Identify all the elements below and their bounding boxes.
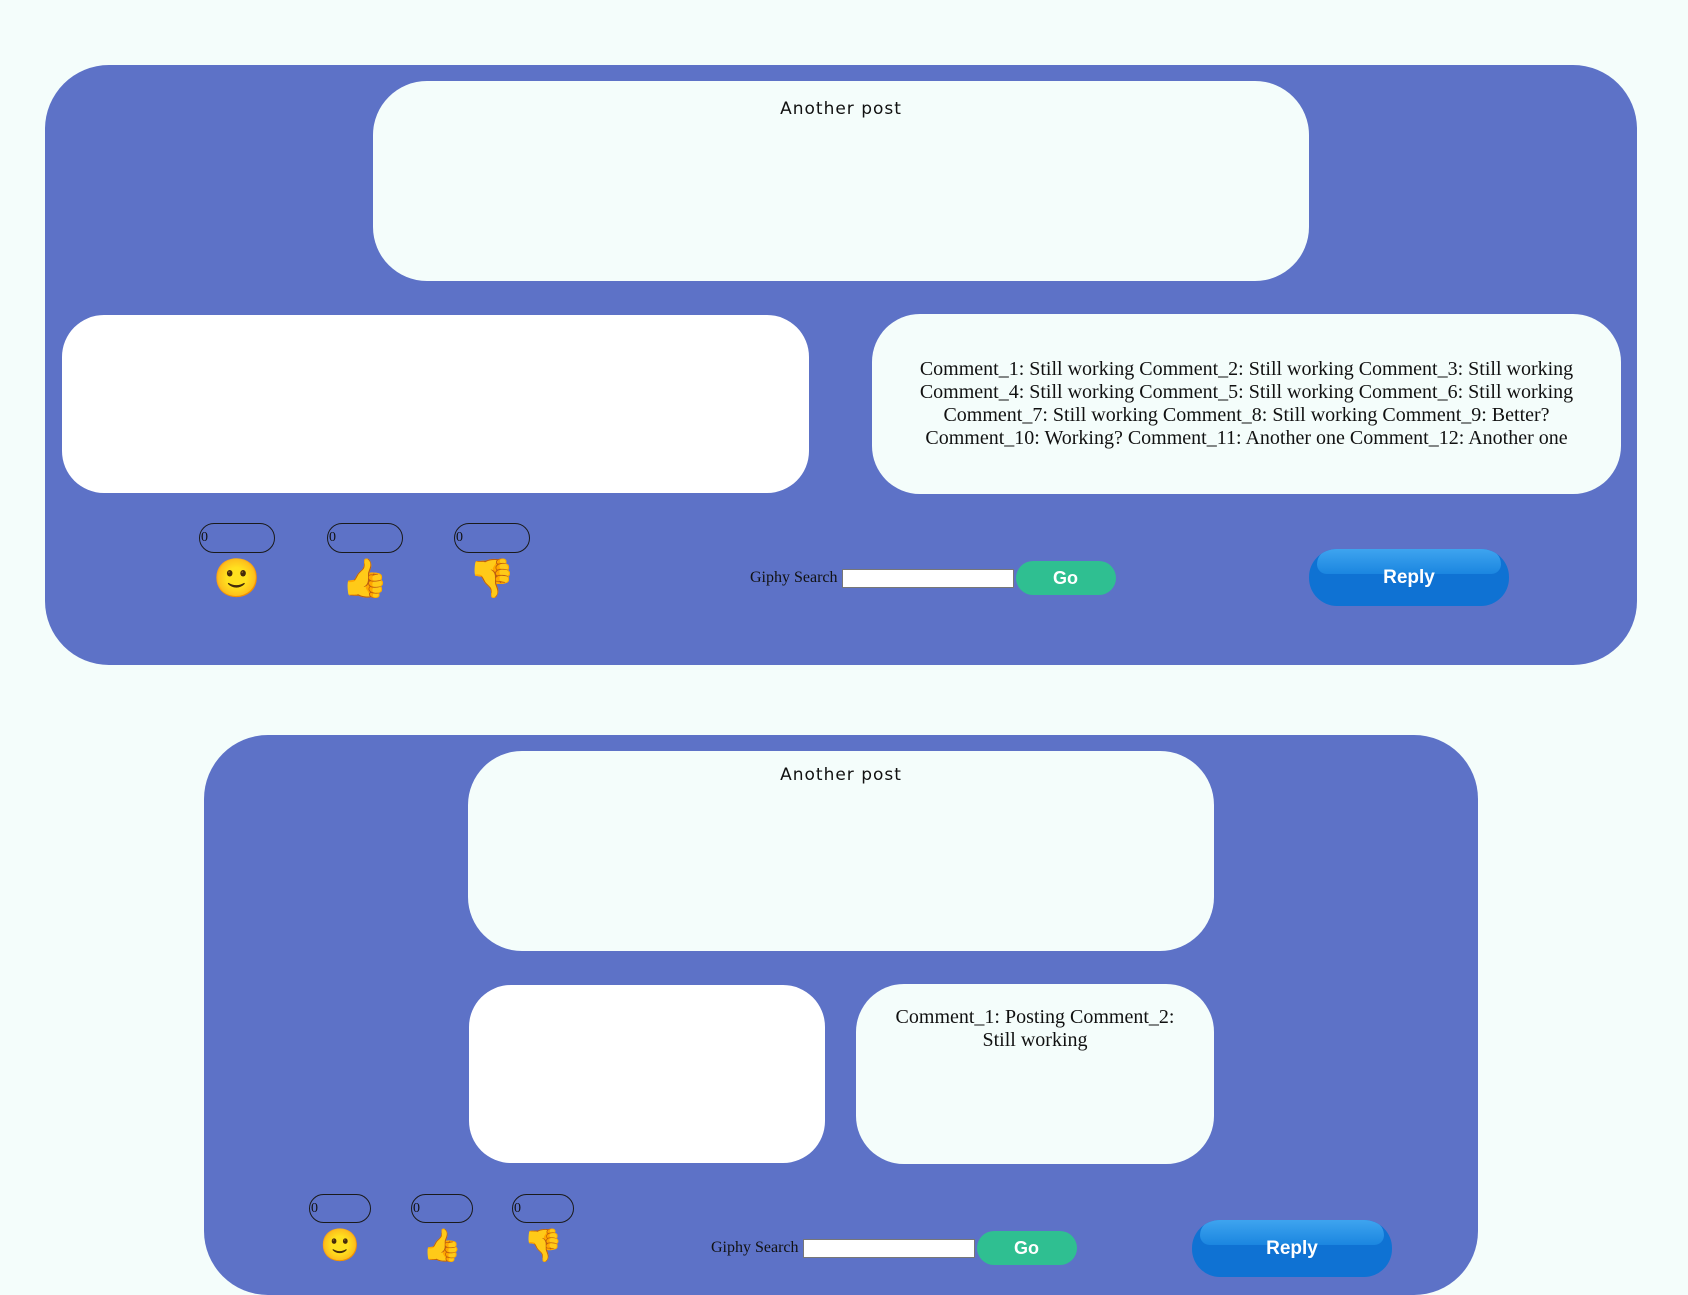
reaction-thumbs-up: 👍 xyxy=(326,523,404,597)
reply-button-label: Reply xyxy=(1383,567,1435,588)
reaction-thumbs-down: 👎 xyxy=(453,523,531,597)
go-button[interactable]: Go xyxy=(976,1231,1077,1265)
giphy-search-label: Giphy Search xyxy=(711,1239,799,1256)
gif-display-area xyxy=(62,315,809,493)
thumbs-down-icon[interactable]: 👎 xyxy=(511,1229,575,1261)
reaction-smile: 🙂 xyxy=(308,1194,372,1261)
thumbs-up-icon[interactable]: 👍 xyxy=(410,1229,474,1261)
post-title: Another post xyxy=(780,765,902,785)
gif-display-area xyxy=(469,985,825,1163)
comments-box: Comment_1: Still working Comment_2: Stil… xyxy=(872,314,1621,494)
smile-count-field[interactable] xyxy=(199,523,275,553)
go-button[interactable]: Go xyxy=(1015,561,1116,595)
thumbs-down-count-field[interactable] xyxy=(512,1194,574,1223)
reply-button[interactable]: Reply xyxy=(1192,1220,1392,1277)
thumbs-up-count-field[interactable] xyxy=(411,1194,473,1223)
giphy-search-label: Giphy Search xyxy=(750,569,838,586)
reaction-thumbs-up: 👍 xyxy=(410,1194,474,1261)
post-title-card: Another post xyxy=(373,81,1309,281)
reply-button-label: Reply xyxy=(1266,1238,1318,1259)
post-card: Another post Comment_1: Still working Co… xyxy=(45,65,1637,665)
thumbs-up-count-field[interactable] xyxy=(327,523,403,553)
giphy-search-input[interactable] xyxy=(841,568,1014,588)
smiley-face-icon[interactable]: 🙂 xyxy=(198,559,276,597)
smile-count-field[interactable] xyxy=(309,1194,371,1223)
post-card: Another post Comment_1: Posting Comment_… xyxy=(204,735,1478,1295)
comments-text: Comment_1: Still working Comment_2: Stil… xyxy=(919,358,1574,449)
post-title-card: Another post xyxy=(468,751,1214,951)
thumbs-down-icon[interactable]: 👎 xyxy=(453,559,531,597)
reaction-thumbs-down: 👎 xyxy=(511,1194,575,1261)
post-title: Another post xyxy=(780,99,902,119)
reaction-smile: 🙂 xyxy=(198,523,276,597)
thumbs-up-icon[interactable]: 👍 xyxy=(326,559,404,597)
comments-box: Comment_1: Posting Comment_2: Still work… xyxy=(856,984,1214,1164)
comments-text: Comment_1: Posting Comment_2: Still work… xyxy=(895,1006,1175,1051)
giphy-search-input[interactable] xyxy=(802,1238,975,1258)
smiley-face-icon[interactable]: 🙂 xyxy=(308,1229,372,1261)
reply-button[interactable]: Reply xyxy=(1309,549,1509,606)
thumbs-down-count-field[interactable] xyxy=(454,523,530,553)
giphy-search: Giphy Search Go xyxy=(750,561,1116,595)
giphy-search: Giphy Search Go xyxy=(711,1231,1077,1265)
